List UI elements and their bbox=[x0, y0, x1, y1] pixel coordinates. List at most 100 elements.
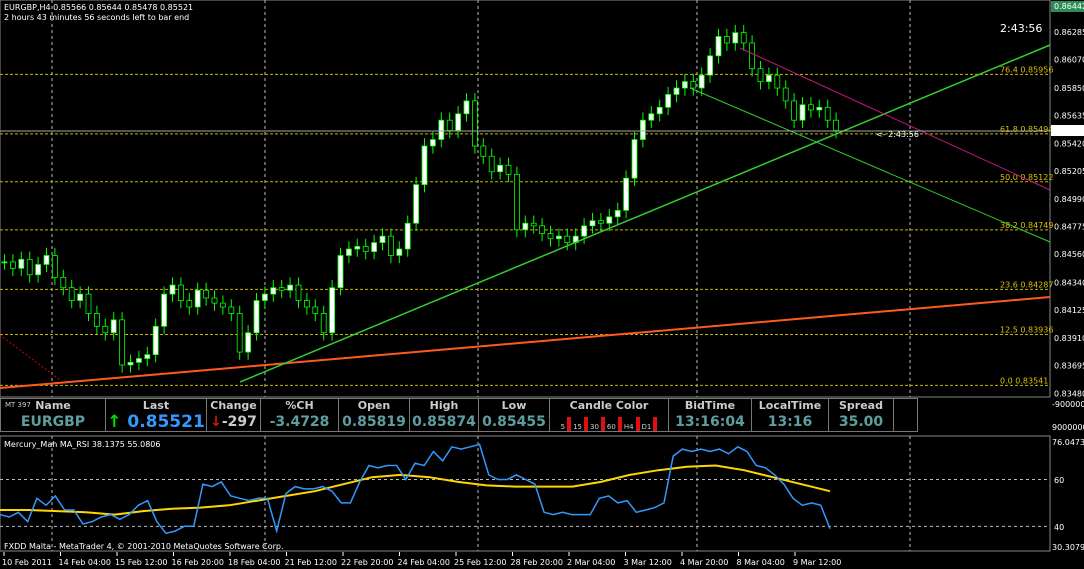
symbol-name: EURGBP bbox=[20, 414, 86, 430]
candle-body bbox=[766, 74, 772, 82]
rsi-line bbox=[0, 443, 831, 535]
sep-axis-bottom: 9000000 bbox=[1052, 423, 1084, 432]
candle-body bbox=[102, 325, 109, 334]
fib-level-label: 61.8 0.85494 bbox=[1000, 125, 1053, 134]
candle-body bbox=[446, 119, 453, 131]
candle-body bbox=[589, 220, 596, 227]
candle-body bbox=[169, 284, 176, 295]
candle-body bbox=[329, 287, 336, 334]
price-tick-label: 0.83695 bbox=[1054, 362, 1084, 371]
col-pch: %CH -3.4728 bbox=[261, 399, 339, 431]
fib-level-label: 12.5 0.83936 bbox=[1000, 326, 1053, 335]
candle-body bbox=[505, 164, 512, 175]
candle-body bbox=[698, 74, 705, 89]
tf-d1: D1 bbox=[641, 423, 652, 431]
candle-body bbox=[480, 145, 487, 157]
candle-body bbox=[261, 293, 268, 301]
high-value: 0.85874 bbox=[412, 414, 476, 430]
localtime-value: 13:16 bbox=[767, 414, 813, 430]
grid-lines bbox=[51, 0, 911, 551]
last-price: 0.85521 bbox=[127, 412, 205, 432]
candle-body bbox=[295, 284, 302, 301]
col-high: High 0.85874 bbox=[410, 399, 479, 431]
candle-body bbox=[690, 81, 697, 89]
candle-body bbox=[673, 87, 680, 95]
candle-body bbox=[253, 300, 260, 334]
candle-body bbox=[816, 106, 823, 111]
candle-body bbox=[194, 289, 201, 308]
candle-body bbox=[396, 248, 403, 256]
candle-body bbox=[94, 313, 100, 327]
candle-body bbox=[127, 361, 134, 366]
metatrader-chart-window: 76.4 0.85956 61.8 0.85494 50.0 0.85122 38.2… bbox=[0, 0, 1084, 569]
candle-body bbox=[539, 225, 545, 234]
candle-body bbox=[144, 354, 151, 359]
candle-body bbox=[598, 220, 604, 224]
candle-body bbox=[337, 255, 344, 289]
time-tick-label: 15 Feb 12:00 bbox=[115, 558, 167, 567]
candle-body bbox=[429, 139, 436, 147]
col-change: Change ↓-297 bbox=[207, 399, 261, 431]
rsi-min-label: 30.3079 bbox=[1052, 543, 1084, 552]
fib-level-label: 76.4 0.85956 bbox=[1000, 65, 1053, 74]
fib-level-label: 38.2 0.84749 bbox=[1000, 221, 1053, 230]
time-tick-label: 14 Feb 04:00 bbox=[59, 558, 111, 567]
candle-body bbox=[623, 177, 629, 211]
price-tick-label: 0.85521 bbox=[1054, 124, 1084, 133]
header-pch: %CH bbox=[285, 399, 314, 412]
col-last: Last ↑ 0.85521 bbox=[106, 399, 207, 431]
col-spread: Spread 35.00 bbox=[829, 399, 894, 431]
candle-body bbox=[833, 119, 839, 131]
change-value: -297 bbox=[221, 414, 257, 430]
red-bar-icon bbox=[635, 417, 640, 431]
trendline-red-dotted[interactable] bbox=[0, 334, 61, 381]
candle-body bbox=[799, 104, 806, 121]
candle-body bbox=[648, 113, 655, 121]
candle-body bbox=[522, 222, 529, 231]
candle-body bbox=[371, 242, 378, 253]
candle-body bbox=[715, 36, 722, 57]
bidtime-value: 13:16:04 bbox=[675, 414, 745, 430]
candle-body bbox=[287, 284, 294, 291]
candle-body bbox=[732, 32, 739, 44]
spread-value: 35.00 bbox=[838, 414, 884, 430]
price-tick-label: 0.86285 bbox=[1054, 28, 1084, 37]
candle-body bbox=[77, 293, 83, 301]
candle-body bbox=[320, 313, 327, 334]
candle-body bbox=[119, 319, 125, 366]
price-chart[interactable]: 76.4 0.85956 61.8 0.85494 50.0 0.85122 38.2… bbox=[0, 0, 1084, 569]
candle-body bbox=[530, 222, 537, 227]
price-tick-label: 0.85420 bbox=[1054, 139, 1084, 148]
time-tick-label: 18 Feb 04:00 bbox=[228, 558, 280, 567]
candle-body bbox=[228, 306, 235, 314]
candle-body bbox=[438, 119, 445, 140]
red-bar-icon bbox=[653, 417, 658, 431]
header-name: Name bbox=[35, 399, 71, 412]
candle-body bbox=[514, 173, 520, 231]
candle-body bbox=[312, 306, 319, 314]
time-tick-label: 16 Feb 20:00 bbox=[172, 558, 224, 567]
col-candle-color: Candle Color 5 15 30 60 H4 D1 bbox=[550, 399, 669, 431]
candle-body bbox=[203, 289, 210, 299]
candle-body bbox=[740, 32, 747, 44]
candle-color-indicators: 5 15 30 60 H4 D1 bbox=[561, 413, 658, 431]
tf-5: 5 bbox=[560, 423, 566, 431]
price-tick-label: 0.84775 bbox=[1054, 222, 1084, 231]
price-tick-label: 0.83910 bbox=[1054, 334, 1084, 343]
price-tick-label: 0.85850 bbox=[1054, 84, 1084, 93]
time-tick-label: 25 Feb 12:00 bbox=[454, 558, 506, 567]
candle-body bbox=[631, 139, 638, 179]
down-arrow-icon: ↓ bbox=[210, 414, 222, 430]
candle-body bbox=[556, 235, 562, 240]
time-tick-label: 22 Feb 20:00 bbox=[341, 558, 393, 567]
tf-15: 15 bbox=[573, 423, 582, 431]
candle-body bbox=[52, 255, 58, 278]
time-tick-label: 2 Mar 04:00 bbox=[567, 558, 615, 567]
candle-body bbox=[18, 258, 25, 269]
rsi-max-label: 76.0473 bbox=[1052, 438, 1084, 447]
candle-body bbox=[278, 287, 285, 291]
col-localtime: LocalTime 13:16 bbox=[752, 399, 829, 431]
candle-body bbox=[808, 104, 814, 111]
candle-body bbox=[640, 119, 646, 140]
rsi-tick-40: 40 bbox=[1054, 523, 1064, 532]
